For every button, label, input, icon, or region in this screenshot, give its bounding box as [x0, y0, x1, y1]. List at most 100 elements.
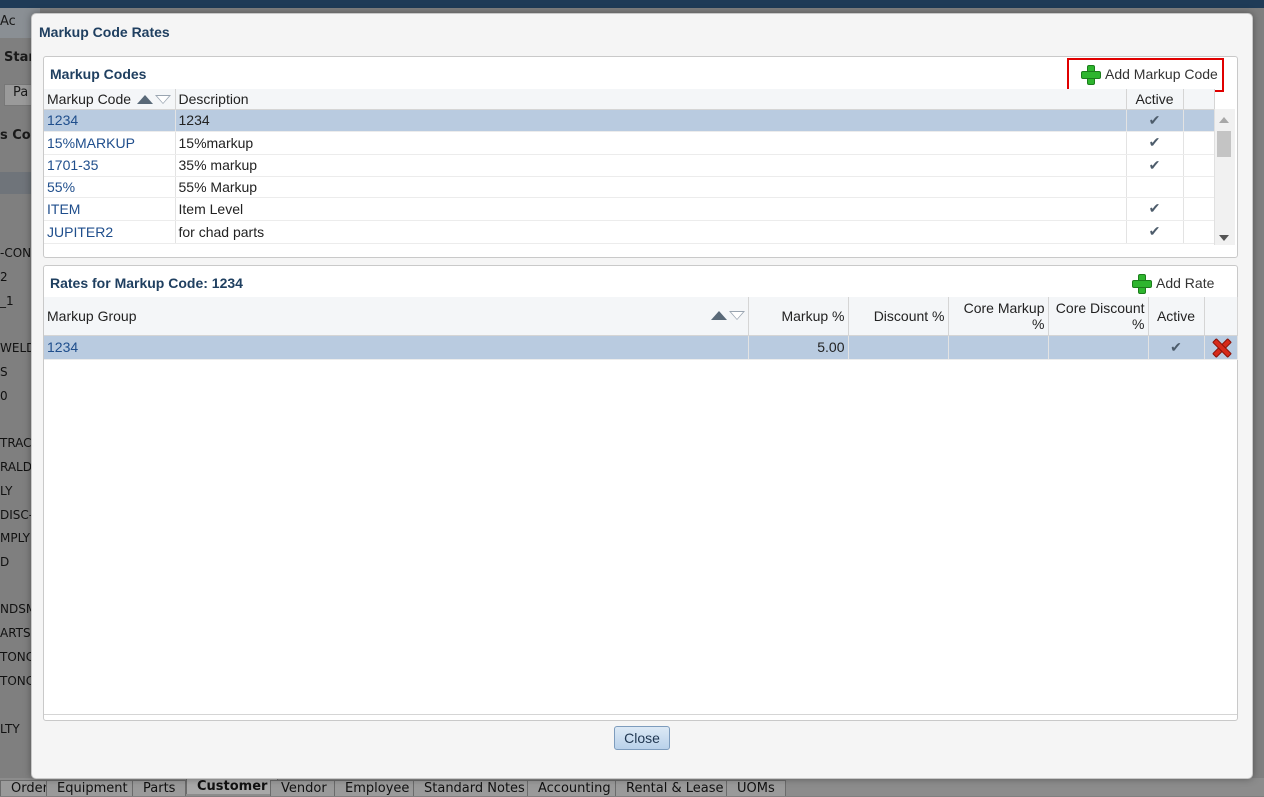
rates-header-row: Markup Group Markup % Discount % Core Ma… [44, 297, 1238, 336]
app-left-list-item[interactable]: TONC [0, 674, 34, 688]
app-left-list-item[interactable]: LY [0, 484, 34, 498]
add-markup-code-label: Add Markup Code [1105, 66, 1218, 82]
markup-code-spacer [1183, 109, 1215, 132]
rate-markup-group-link[interactable]: 1234 [44, 335, 749, 360]
markup-code-link[interactable]: ITEM [44, 197, 176, 221]
markup-code-row[interactable]: 55% 55% Markup [44, 176, 1215, 198]
rate-core-markup[interactable] [948, 335, 1049, 360]
app-tab-vendor[interactable]: Vendor [270, 780, 338, 796]
markup-code-link[interactable]: 1234 [44, 109, 176, 132]
app-left-list-item[interactable]: RALD [0, 460, 34, 474]
rates-table: Markup Group Markup % Discount % Core Ma… [44, 297, 1238, 360]
markup-code-spacer [1183, 220, 1215, 244]
markup-codes-scrollbar[interactable] [1214, 109, 1235, 245]
markup-code-spacer [1183, 176, 1215, 198]
rate-active: ✔ [1148, 335, 1205, 360]
app-tab-standard-notes[interactable]: Standard Notes [413, 780, 536, 796]
plus-icon [1132, 274, 1152, 294]
column-header-core-discount[interactable]: Core Discount % [1048, 297, 1149, 336]
app-left-list-item[interactable]: NDSM [0, 602, 34, 616]
app-left-list-item[interactable]: LTY [0, 722, 34, 736]
markup-code-row[interactable]: JUPITER2 for chad parts ✔ [44, 220, 1215, 244]
app-left-list-item[interactable]: WELD [0, 341, 34, 355]
markup-codes-header-row: Markup Code Description Active [44, 89, 1215, 110]
markup-code-row[interactable]: ITEM Item Level ✔ [44, 197, 1215, 221]
app-left-list-item[interactable]: TRAC [0, 436, 34, 450]
markup-codes-title: Markup Codes [50, 66, 147, 82]
scroll-thumb[interactable] [1217, 131, 1231, 157]
app-tab-equipment[interactable]: Equipment [46, 780, 139, 796]
column-header-core-markup[interactable]: Core Markup % [948, 297, 1049, 336]
app-left-list-item[interactable]: ARTS [0, 626, 34, 640]
markup-code-row[interactable]: 15%MARKUP 15%markup ✔ [44, 131, 1215, 155]
markup-code-active: ✔ [1126, 220, 1184, 244]
markup-code-row[interactable]: 1701-35 35% markup ✔ [44, 154, 1215, 177]
sort-ascending-icon[interactable] [710, 310, 727, 320]
app-tab-customer[interactable]: Customer [186, 778, 279, 794]
markup-code-description: 55% Markup [175, 176, 1127, 198]
check-icon: ✔ [1148, 223, 1161, 239]
app-left-list-item[interactable]: MPLY [0, 531, 34, 545]
app-left-list-item[interactable]: TONC [0, 650, 34, 664]
app-left-list-item[interactable]: -CON [0, 246, 34, 260]
markup-code-description: for chad parts [175, 220, 1127, 244]
app-tab-rental-lease[interactable]: Rental & Lease [615, 780, 735, 796]
add-rate-label: Add Rate [1156, 275, 1215, 291]
scroll-down-icon[interactable] [1219, 235, 1229, 241]
markup-code-link[interactable]: JUPITER2 [44, 220, 176, 244]
markup-code-description: 35% markup [175, 154, 1127, 177]
add-markup-code-button[interactable]: Add Markup Code [1081, 65, 1218, 85]
rate-core-discount[interactable] [1048, 335, 1149, 360]
markup-code-description: Item Level [175, 197, 1127, 221]
close-button[interactable]: Close [614, 726, 670, 750]
column-header-markup-code[interactable]: Markup Code [44, 89, 176, 110]
app-left-list-item[interactable]: 0 [0, 389, 34, 403]
app-left-list-item[interactable]: S [0, 365, 34, 379]
markup-code-active: ✔ [1126, 109, 1184, 132]
rate-discount-percent[interactable] [848, 335, 949, 360]
markup-code-spacer [1183, 197, 1215, 221]
app-left-list-item[interactable]: D [0, 555, 34, 569]
column-header-markup-percent[interactable]: Markup % [748, 297, 849, 336]
check-icon: ✔ [1148, 156, 1161, 173]
column-header-rate-active[interactable]: Active [1148, 297, 1205, 336]
sort-descending-icon[interactable] [155, 95, 172, 105]
app-tab-parts[interactable]: Parts [132, 780, 187, 796]
column-header-active[interactable]: Active [1126, 89, 1184, 110]
rate-markup-percent[interactable]: 5.00 [748, 335, 849, 360]
sort-ascending-icon[interactable] [137, 95, 154, 105]
markup-code-link[interactable]: 15%MARKUP [44, 131, 176, 155]
markup-code-active: ✔ [1126, 197, 1184, 221]
markup-code-row[interactable]: 1234 1234 ✔ [44, 109, 1215, 132]
app-tab-fragment[interactable]: Pa [4, 84, 32, 106]
app-left-list-item[interactable]: _1 [0, 294, 34, 308]
app-section-title: s Co [0, 128, 31, 143]
column-header-spacer [1183, 89, 1215, 110]
column-header-markup-group[interactable]: Markup Group [44, 297, 749, 336]
column-header-description[interactable]: Description [175, 89, 1127, 110]
rates-panel: Rates for Markup Code: 1234 Add Rate Mar… [43, 265, 1238, 721]
scroll-up-icon[interactable] [1219, 117, 1229, 123]
delete-icon[interactable] [1212, 338, 1230, 356]
app-tab-accounting[interactable]: Accounting [527, 780, 622, 796]
sort-icon[interactable] [710, 310, 745, 322]
app-header-fragment: Star [4, 50, 32, 65]
app-tab-employee[interactable]: Employee [334, 780, 421, 796]
plus-icon [1081, 65, 1101, 85]
check-icon: ✔ [1170, 338, 1182, 355]
app-tab-uoms[interactable]: UOMs [726, 780, 786, 796]
app-left-list-item[interactable]: DISC-I [0, 508, 34, 522]
sort-icon[interactable] [137, 94, 172, 106]
markup-code-active: ✔ [1126, 131, 1184, 155]
add-rate-button[interactable]: Add Rate [1132, 274, 1215, 294]
markup-code-description: 15%markup [175, 131, 1127, 155]
markup-code-link[interactable]: 1701-35 [44, 154, 176, 177]
rate-row[interactable]: 1234 5.00 ✔ [44, 335, 1238, 360]
check-icon: ✔ [1148, 200, 1161, 216]
markup-code-link[interactable]: 55% [44, 176, 176, 198]
column-header-discount-percent[interactable]: Discount % [848, 297, 949, 336]
markup-codes-body: 1234 1234 ✔ 15%MARKUP 15%markup ✔ 1701-35 35% m… [44, 109, 1215, 244]
app-menu-fragment: Ac [0, 14, 16, 29]
sort-descending-icon[interactable] [728, 310, 745, 320]
app-left-list-item[interactable]: 2 [0, 270, 34, 284]
